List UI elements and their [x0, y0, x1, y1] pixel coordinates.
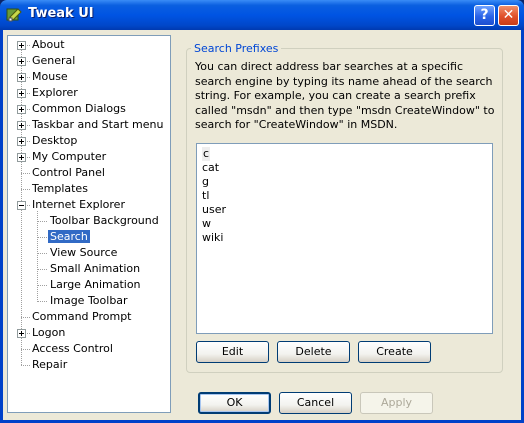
tree-item-label: Explorer [32, 86, 78, 99]
expand-icon[interactable] [17, 329, 26, 338]
tree-connector [37, 221, 47, 222]
prefix-list-item[interactable]: w [202, 217, 211, 231]
tree-item-repair[interactable]: Repair [30, 357, 69, 373]
tree-item-label: Large Animation [50, 278, 141, 291]
tree-item-small-animation[interactable]: Small Animation [48, 261, 142, 277]
tree-connector [37, 269, 47, 270]
tree-connector [21, 317, 30, 318]
prefix-list-item[interactable]: g [202, 175, 209, 189]
search-prefixes-title: Search Prefixes [191, 42, 282, 56]
tree-branch-line [37, 211, 38, 302]
expand-icon[interactable] [17, 89, 26, 98]
tree-connector [37, 237, 47, 238]
tree-item-control-panel[interactable]: Control Panel [30, 165, 107, 181]
apply-button: Apply [360, 392, 433, 414]
tree-item-label: Common Dialogs [32, 102, 126, 115]
tree-item-templates[interactable]: Templates [30, 181, 90, 197]
delete-button-label: Delete [295, 345, 332, 358]
ok-button-label: OK [226, 396, 243, 409]
tree-item-label: Control Panel [32, 166, 105, 179]
prefix-list-item[interactable]: user [202, 203, 226, 217]
close-icon: ✕ [502, 7, 515, 23]
tree-item-label: Toolbar Background [50, 214, 159, 227]
tree-item-label: Internet Explorer [32, 198, 125, 211]
cancel-button[interactable]: Cancel [279, 392, 352, 414]
tree-connector [37, 285, 47, 286]
tree-item-label: My Computer [32, 150, 107, 163]
tree-connector [21, 189, 30, 190]
window-title: Tweak UI [28, 6, 94, 21]
tree-item-image-toolbar[interactable]: Image Toolbar [48, 293, 130, 309]
tree-item-label: Taskbar and Start menu [32, 118, 164, 131]
tree-item-my-computer[interactable]: My Computer [30, 149, 108, 165]
tree-item-large-animation[interactable]: Large Animation [48, 277, 143, 293]
expand-icon[interactable] [17, 41, 26, 50]
tweak-ui-app-icon [6, 8, 22, 22]
tweak-ui-window: Tweak UI ? ✕ About General Mouse Explorer Co… [0, 0, 524, 423]
tree-connector [21, 349, 30, 350]
delete-button[interactable]: Delete [277, 341, 350, 363]
search-prefix-list[interactable]: c cat g tl user w wiki [196, 143, 493, 334]
tree-item-label: Desktop [32, 134, 78, 147]
edit-button-label: Edit [221, 345, 244, 358]
tree-item-label: Small Animation [50, 262, 141, 275]
tree-connector [37, 301, 47, 302]
tree-item-command-prompt[interactable]: Command Prompt [30, 309, 134, 325]
tree-item-label: Command Prompt [32, 310, 132, 323]
prefix-list-item[interactable]: tl [202, 189, 209, 203]
tree-item-label: Repair [32, 358, 68, 371]
tree-item-label: Logon [32, 326, 66, 339]
tree-connector [37, 253, 47, 254]
tree-item-label: Image Toolbar [50, 294, 128, 307]
cancel-button-label: Cancel [296, 396, 335, 409]
expand-icon[interactable] [17, 137, 26, 146]
search-prefixes-description: You can direct address bar searches at a… [195, 60, 495, 131]
tree-item-label: Access Control [32, 342, 113, 355]
tree-item-desktop[interactable]: Desktop [30, 133, 79, 149]
tree-item-label: Mouse [32, 70, 68, 83]
expand-icon[interactable] [17, 153, 26, 162]
tree-item-general[interactable]: General [30, 53, 77, 69]
tree-item-search[interactable]: Search [48, 229, 90, 245]
tree-item-mouse[interactable]: Mouse [30, 69, 70, 85]
expand-icon[interactable] [17, 105, 26, 114]
tree-item-common-dialogs[interactable]: Common Dialogs [30, 101, 128, 117]
ok-button[interactable]: OK [198, 392, 271, 414]
settings-tree[interactable]: About General Mouse Explorer Common Dialogs T… [7, 35, 171, 413]
tree-connector [21, 173, 30, 174]
create-button[interactable]: Create [358, 341, 431, 363]
expand-icon[interactable] [17, 57, 26, 66]
tree-connector [21, 365, 30, 366]
help-icon: ? [480, 7, 489, 23]
create-button-label: Create [376, 345, 413, 358]
prefix-list-item[interactable]: wiki [202, 231, 223, 245]
prefix-list-item[interactable]: cat [202, 161, 219, 175]
tree-item-explorer[interactable]: Explorer [30, 85, 80, 101]
tree-item-toolbar-background[interactable]: Toolbar Background [48, 213, 161, 229]
tree-item-about[interactable]: About [30, 37, 67, 53]
tree-item-taskbar-and-start-menu[interactable]: Taskbar and Start menu [30, 117, 165, 133]
collapse-icon[interactable] [17, 201, 26, 210]
tree-item-label: General [32, 54, 76, 67]
tree-item-label: Search [48, 230, 90, 243]
expand-icon[interactable] [17, 121, 26, 130]
prefix-list-item[interactable]: c [202, 147, 211, 161]
tree-item-label: About [32, 38, 65, 51]
tree-item-internet-explorer[interactable]: Internet Explorer [30, 197, 127, 213]
edit-button[interactable]: Edit [196, 341, 269, 363]
tree-item-access-control[interactable]: Access Control [30, 341, 115, 357]
tree-item-logon[interactable]: Logon [30, 325, 67, 341]
tree-item-label: View Source [50, 246, 118, 259]
title-bar[interactable]: Tweak UI ? ✕ [0, 0, 524, 30]
expand-icon[interactable] [17, 73, 26, 82]
close-button[interactable]: ✕ [498, 5, 519, 26]
help-button[interactable]: ? [474, 5, 495, 26]
apply-button-label: Apply [380, 396, 413, 409]
tree-item-label: Templates [32, 182, 88, 195]
tree-item-view-source[interactable]: View Source [48, 245, 119, 261]
